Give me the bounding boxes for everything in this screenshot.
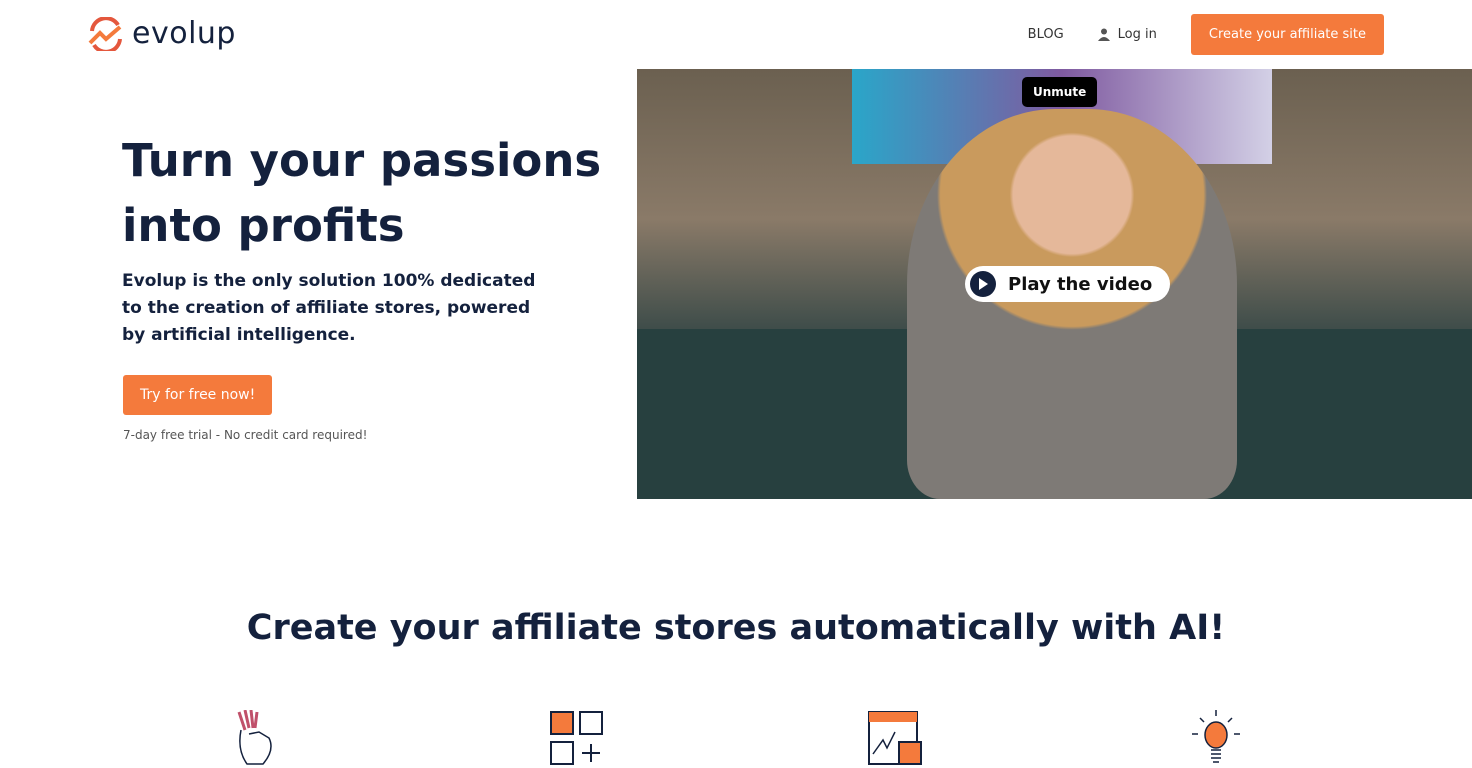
hand-gesture-icon <box>237 710 272 765</box>
video-player[interactable]: Unmute Play the video <box>637 69 1472 499</box>
play-video-button[interactable]: Play the video <box>965 266 1171 302</box>
top-nav: BLOG Log in Create your affiliate site <box>1028 14 1384 55</box>
nav-login[interactable]: Log in <box>1097 27 1157 42</box>
play-label: Play the video <box>1008 273 1153 295</box>
nav-blog[interactable]: BLOG <box>1028 27 1064 42</box>
features-title: Create your affiliate stores automatical… <box>246 608 1226 648</box>
video-frame-person <box>907 109 1237 499</box>
unmute-button[interactable]: Unmute <box>1022 77 1098 107</box>
login-label: Log in <box>1117 27 1157 42</box>
trial-note: 7-day free trial - No credit card requir… <box>123 428 368 442</box>
create-site-button[interactable]: Create your affiliate site <box>1190 14 1384 55</box>
play-icon <box>970 271 996 297</box>
lightbulb-icon <box>1192 710 1240 763</box>
user-icon <box>1097 28 1110 41</box>
grid-add-icon <box>550 711 603 765</box>
store-chart-icon <box>868 711 922 765</box>
logo[interactable]: evolup <box>86 16 236 51</box>
hero-title: Turn your passions into profits <box>122 134 602 252</box>
logo-text: evolup <box>132 16 236 51</box>
try-free-button[interactable]: Try for free now! <box>123 375 273 415</box>
evolup-logo-icon <box>88 16 122 51</box>
hero-description: Evolup is the only solution 100% dedicat… <box>122 271 536 345</box>
